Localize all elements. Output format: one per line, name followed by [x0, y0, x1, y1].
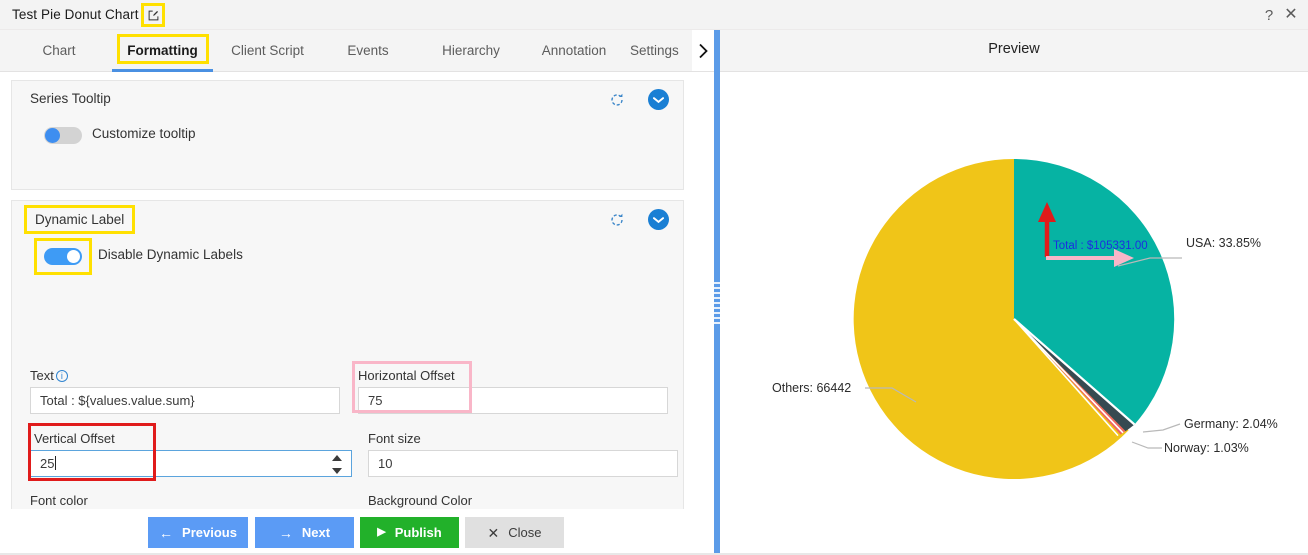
toggle-knob [45, 128, 60, 143]
stepper-up-icon[interactable] [332, 455, 342, 461]
publish-button-label: Publish [394, 525, 442, 540]
chevron-right-icon [698, 43, 708, 58]
font-size-input[interactable]: 10 [368, 450, 678, 477]
series-tooltip-section: Series Tooltip Customize tooltip [11, 80, 684, 190]
font-size-label: Font size [368, 431, 421, 446]
text-caret [55, 456, 57, 470]
disable-dynamic-labels-toggle[interactable] [44, 248, 82, 265]
leader-line-germany [1142, 423, 1181, 433]
horizontal-offset-label: Horizontal Offset [358, 368, 455, 383]
font-color-label: Font color [30, 493, 88, 508]
tab-chart[interactable]: Chart [16, 30, 102, 72]
refresh-icon-glyph [611, 93, 623, 106]
text-field-label-text: Text [30, 368, 54, 383]
preview-pane: Preview Total: $105331.00 USA: 33.85% G… [720, 30, 1308, 555]
text-field-label: Text i [30, 368, 68, 383]
page-title: Test Pie Donut Chart [12, 7, 139, 22]
next-button[interactable]: → Next [255, 517, 354, 548]
pie-label-others: Others: 66442 [772, 381, 852, 395]
tab-client-script[interactable]: Client Script [215, 30, 320, 72]
help-icon[interactable]: ? [1260, 6, 1278, 24]
close-icon[interactable]: ✕ [1282, 6, 1300, 24]
chevron-down-icon [653, 216, 664, 223]
previous-button-label: Previous [182, 525, 237, 540]
toggle-track [44, 248, 82, 265]
play-icon: ▶ [377, 526, 386, 538]
edit-pencil-icon [148, 10, 158, 20]
collapse-section-button[interactable] [648, 89, 669, 110]
vertical-offset-label: Vertical Offset [34, 431, 115, 446]
refresh-icon-glyph [611, 213, 623, 226]
pie-label-norway: Norway: 1.03% [1164, 441, 1249, 455]
tab-bar: Chart Formatting Client Script Events Hi… [0, 30, 714, 72]
tab-events[interactable]: Events [327, 30, 409, 72]
pie-chart: Total : $105331.00 USA: 33.85% Germany: … [720, 72, 1308, 555]
formatting-form-pane: Series Tooltip Customize tooltip Dynamic… [0, 72, 714, 509]
vertical-offset-stepper[interactable] [331, 455, 343, 474]
toggle-knob [67, 250, 80, 263]
chart-editor-window: Test Pie Donut Chart ? ✕ Chart Formattin… [0, 0, 1308, 555]
tab-formatting-label: Formatting [127, 43, 198, 58]
collapse-section-button[interactable] [648, 209, 669, 230]
horizontal-offset-input[interactable]: 75 [358, 387, 668, 414]
edit-title-button[interactable] [141, 3, 165, 27]
chevron-down-icon [653, 96, 664, 103]
tab-hierarchy[interactable]: Hierarchy [422, 30, 520, 72]
background-color-label: Background Color [368, 493, 473, 508]
disable-dynamic-labels-label: Disable Dynamic Labels [98, 247, 243, 262]
dynamic-label-title: Dynamic Label [24, 205, 136, 234]
previous-button[interactable]: ← Previous [148, 517, 248, 548]
customize-tooltip-toggle[interactable] [44, 127, 82, 144]
toggle-track [44, 127, 82, 144]
tab-scroll-right-button[interactable] [692, 30, 714, 71]
close-button-label: Close [508, 525, 542, 540]
dynamic-label-preview-text: Total : $105331.00 [1053, 240, 1148, 252]
arrow-right-icon: → [278, 524, 293, 541]
series-tooltip-title: Series Tooltip [30, 91, 111, 106]
arrow-left-icon: ← [159, 524, 174, 541]
publish-button[interactable]: ▶ Publish [360, 517, 459, 548]
stepper-down-icon[interactable] [332, 468, 342, 474]
vertical-offset-input[interactable]: 25 [30, 450, 352, 477]
footer-actions: ← Previous → Next ▶ Publish ✕ Close [0, 509, 714, 555]
tab-hierarchy-label: Hierarchy [442, 43, 500, 58]
preview-title: Preview [988, 41, 1040, 57]
tab-events-label: Events [347, 43, 389, 58]
tab-annotation[interactable]: Annotation [524, 30, 624, 72]
refresh-icon[interactable] [609, 92, 625, 108]
tab-client-script-label: Client Script [231, 43, 304, 58]
customize-tooltip-label: Customize tooltip [92, 126, 196, 141]
refresh-icon[interactable] [609, 212, 625, 228]
text-input[interactable]: Total : ${values.value.sum} [30, 387, 340, 414]
info-icon[interactable]: i [55, 370, 68, 382]
pie-label-germany: Germany: 2.04% [1184, 417, 1278, 431]
title-bar: Test Pie Donut Chart ? ✕ [0, 0, 1308, 30]
tab-formatting[interactable]: Formatting [110, 30, 215, 72]
next-button-label: Next [301, 525, 331, 540]
dynamic-label-section: Dynamic Label Disable Dynamic Labels Tex… [11, 200, 684, 509]
pie-chart-svg [853, 158, 1182, 479]
preview-header: Preview [720, 30, 1308, 72]
close-button[interactable]: ✕ Close [465, 517, 564, 548]
leader-line-norway [1131, 441, 1162, 449]
vertical-offset-value: 25 [40, 456, 55, 471]
tab-settings-label: Settings [630, 43, 679, 58]
tab-chart-label: Chart [42, 43, 76, 58]
pie-label-usa: USA: 33.85% [1186, 236, 1262, 250]
tab-annotation-label: Annotation [541, 43, 607, 58]
close-x-icon: ✕ [487, 524, 500, 541]
